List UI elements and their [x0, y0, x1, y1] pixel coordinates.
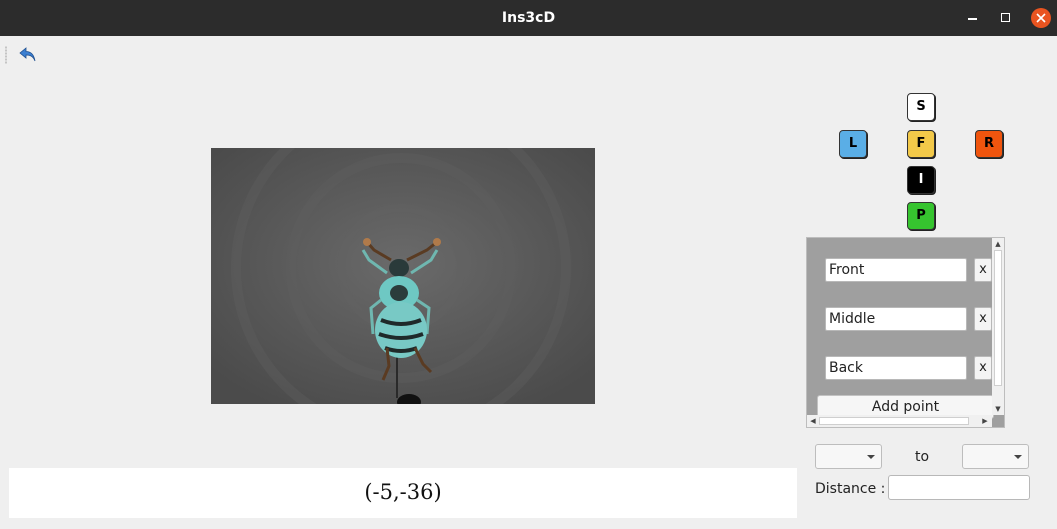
close-button[interactable] — [1031, 8, 1051, 28]
point-name-input[interactable] — [825, 356, 967, 380]
view-inferior-button[interactable]: I — [907, 166, 935, 194]
maximize-button[interactable] — [995, 8, 1015, 28]
toolbar-grip[interactable] — [5, 46, 7, 64]
scroll-up-icon[interactable]: ▲ — [992, 238, 1004, 250]
point-name-input[interactable] — [825, 307, 967, 331]
scroll-right-icon[interactable]: ▶ — [979, 415, 991, 427]
chevron-down-icon — [1014, 455, 1022, 459]
minimize-button[interactable] — [962, 8, 982, 28]
specimen-image-view[interactable] — [211, 148, 595, 404]
remove-point-button[interactable]: x — [974, 258, 992, 282]
distance-field[interactable] — [888, 475, 1030, 500]
coordinate-panel: (-5,-36) — [9, 468, 797, 518]
points-list-panel[interactable]: x x x Add point ▲ ▼ ◀ ▶ — [806, 237, 1005, 428]
title-bar: Ins3cD — [0, 0, 1057, 36]
view-posterior-button[interactable]: P — [907, 202, 935, 230]
scroll-left-icon[interactable]: ◀ — [807, 415, 819, 427]
view-right-button[interactable]: R — [975, 130, 1003, 158]
undo-button[interactable] — [18, 46, 38, 64]
coordinate-readout: (-5,-36) — [364, 480, 442, 504]
scroll-down-icon[interactable]: ▼ — [992, 403, 1004, 415]
distance-label: Distance : — [815, 481, 886, 497]
chevron-down-icon — [867, 455, 875, 459]
to-label: to — [915, 449, 930, 465]
point-name-input[interactable] — [825, 258, 967, 282]
toolbar — [0, 36, 1057, 72]
view-superior-button[interactable]: S — [907, 93, 935, 121]
vertical-scrollbar[interactable]: ▲ ▼ — [992, 238, 1004, 415]
view-left-button[interactable]: L — [839, 130, 867, 158]
view-front-button[interactable]: F — [907, 130, 935, 158]
vertical-scroll-thumb[interactable] — [994, 250, 1002, 386]
from-point-select[interactable] — [815, 444, 882, 469]
close-icon — [1036, 13, 1046, 23]
remove-point-button[interactable]: x — [974, 356, 992, 380]
window-title: Ins3cD — [501, 10, 556, 26]
undo-arrow-icon — [19, 47, 36, 62]
remove-point-button[interactable]: x — [974, 307, 992, 331]
to-point-select[interactable] — [962, 444, 1029, 469]
horizontal-scroll-thumb[interactable] — [819, 417, 969, 425]
specimen-image — [211, 148, 595, 404]
horizontal-scrollbar[interactable]: ◀ ▶ — [807, 415, 992, 427]
